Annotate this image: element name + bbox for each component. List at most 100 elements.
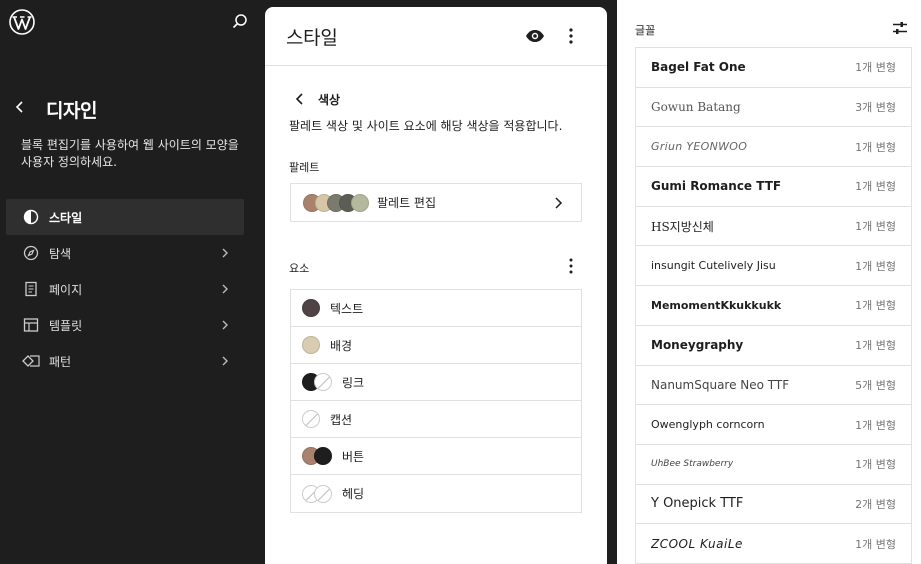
color-swatch — [302, 336, 320, 354]
back-chevron-icon[interactable] — [293, 92, 307, 106]
element-swatches — [302, 410, 320, 428]
font-name: UhBee Strawberry — [651, 459, 734, 470]
color-swatch — [302, 299, 320, 317]
chevron-right-icon — [222, 284, 228, 294]
search-icon[interactable] — [230, 12, 250, 32]
sidebar-item-label: 템플릿 — [49, 318, 83, 333]
font-name: Bagel Fat One — [651, 60, 746, 75]
font-row[interactable]: Gowun Batang 3개 변형 — [636, 88, 911, 128]
font-name: insungit Cutelively Jisu — [651, 259, 776, 273]
sidebar-title: 디자인 — [46, 100, 97, 122]
font-variants: 5개 변형 — [855, 378, 896, 392]
element-swatches — [302, 336, 320, 354]
sidebar-item-navigation[interactable]: 탐색 — [6, 235, 244, 271]
more-vertical-icon[interactable] — [561, 256, 581, 276]
fonts-panel: 글꼴 Bagel Fat One 1개 변형 Gowun Batang 3개 변… — [617, 0, 921, 564]
palette-edit-button[interactable]: 팔레트 편집 — [290, 183, 582, 222]
sidebar-item-pages[interactable]: 페이지 — [6, 271, 244, 307]
font-name: Moneygraphy — [651, 338, 744, 353]
element-swatches — [302, 484, 332, 503]
font-name: NanumSquare Neo TTF — [651, 377, 790, 392]
sidebar-item-patterns[interactable]: 패턴 — [6, 343, 244, 379]
elements-list: 텍스트 배경 링크 캡션 버튼 헤딩 — [290, 289, 582, 513]
font-row[interactable]: MemomentKkukkukk 1개 변형 — [636, 286, 911, 326]
palette-swatches — [303, 193, 369, 212]
eye-icon[interactable] — [524, 25, 546, 47]
elements-heading: 요소 — [289, 262, 310, 275]
font-row[interactable]: HS지방신체 1개 변형 — [636, 207, 911, 247]
wordpress-logo-icon[interactable] — [9, 9, 35, 35]
font-name: Griun YEONWOO — [651, 140, 748, 154]
font-name: Owenglyph corncorn — [651, 418, 765, 432]
element-label: 헤딩 — [342, 487, 365, 501]
section-description: 팔레트 색상 및 사이트 요소에 해당 색상을 적용합니다. — [289, 119, 563, 133]
element-row-caption[interactable]: 캡션 — [291, 401, 581, 438]
element-row-text[interactable]: 텍스트 — [291, 290, 581, 327]
panel-header: 스타일 — [265, 7, 607, 66]
empty-swatch — [314, 484, 332, 503]
more-vertical-icon[interactable] — [561, 25, 581, 47]
sliders-icon[interactable] — [892, 20, 908, 36]
sidebar-item-label: 패턴 — [49, 354, 72, 369]
chevron-right-icon — [222, 320, 228, 330]
element-row-background[interactable]: 배경 — [291, 327, 581, 364]
font-variants: 1개 변형 — [855, 259, 896, 273]
chevron-right-icon — [222, 356, 228, 366]
sidebar-item-templates[interactable]: 템플릿 — [6, 307, 244, 343]
layout-icon — [22, 316, 40, 334]
font-row[interactable]: Griun YEONWOO 1개 변형 — [636, 127, 911, 168]
sidebar-description: 블록 편집기를 사용하여 웹 사이트의 모양을 사용자 정의하세요. — [21, 138, 239, 169]
font-row[interactable]: ZCOOL KuaiLe 1개 변형 — [636, 524, 911, 564]
font-row[interactable]: Owenglyph corncorn 1개 변형 — [636, 405, 911, 445]
element-row-heading[interactable]: 헤딩 — [291, 475, 581, 512]
font-row[interactable]: Y Onepick TTF 2개 변형 — [636, 485, 911, 525]
element-swatches — [302, 373, 332, 391]
font-row[interactable]: NanumSquare Neo TTF 5개 변형 — [636, 366, 911, 406]
color-swatch — [351, 193, 369, 212]
element-label: 캡션 — [330, 412, 353, 427]
font-variants: 1개 변형 — [855, 537, 896, 551]
font-variants: 1개 변형 — [855, 299, 896, 313]
font-variants: 1개 변형 — [855, 140, 896, 154]
element-swatches — [302, 299, 320, 317]
font-variants: 1개 변형 — [855, 61, 896, 75]
font-list: Bagel Fat One 1개 변형 Gowun Batang 3개 변형 G… — [635, 47, 912, 564]
font-row[interactable]: Gumi Romance TTF 1개 변형 — [636, 167, 911, 207]
half-circle-icon — [22, 208, 40, 226]
font-variants: 2개 변형 — [855, 497, 896, 511]
back-chevron-icon[interactable] — [12, 99, 28, 115]
element-label: 배경 — [330, 338, 353, 353]
color-swatch — [314, 447, 332, 465]
panel-gap — [607, 0, 617, 564]
font-variants: 1개 변형 — [855, 339, 896, 353]
palette-edit-label: 팔레트 편집 — [377, 196, 437, 210]
styles-panel: 스타일 색상 팔레트 색상 및 사이트 요소에 해당 색상을 적용합니다. 팔레… — [265, 7, 607, 564]
font-name: Y Onepick TTF — [651, 496, 744, 512]
font-variants: 1개 변형 — [855, 220, 896, 234]
page-icon — [22, 280, 40, 298]
sidebar-item-label: 페이지 — [49, 282, 83, 297]
empty-swatch — [314, 373, 332, 391]
font-row[interactable]: insungit Cutelively Jisu 1개 변형 — [636, 246, 911, 287]
font-name: Gumi Romance TTF — [651, 179, 782, 194]
element-row-link[interactable]: 링크 — [291, 364, 581, 401]
element-row-button[interactable]: 버튼 — [291, 438, 581, 475]
sidebar-item-styles[interactable]: 스타일 — [6, 199, 244, 235]
chevron-right-icon — [222, 248, 228, 258]
font-row[interactable]: UhBee Strawberry 1개 변형 — [636, 445, 911, 485]
font-variants: 1개 변형 — [855, 418, 896, 432]
diamond-icon — [22, 352, 40, 370]
sidebar-nav: 스타일 탐색 페이지 템플릿 패턴 — [6, 199, 244, 379]
element-label: 텍스트 — [330, 301, 364, 316]
element-swatches — [302, 447, 332, 465]
palette-heading: 팔레트 — [289, 161, 320, 174]
font-name: MemomentKkukkukk — [651, 298, 782, 312]
empty-swatch — [302, 410, 320, 428]
font-row[interactable]: Bagel Fat One 1개 변형 — [636, 48, 911, 88]
font-row[interactable]: Moneygraphy 1개 변형 — [636, 326, 911, 366]
section-title: 색상 — [318, 93, 341, 107]
sidebar-item-label: 스타일 — [49, 210, 83, 225]
element-label: 버튼 — [342, 449, 365, 464]
site-editor-sidebar: 디자인 블록 편집기를 사용하여 웹 사이트의 모양을 사용자 정의하세요. 스… — [0, 0, 265, 564]
panel-title: 스타일 — [286, 27, 338, 49]
